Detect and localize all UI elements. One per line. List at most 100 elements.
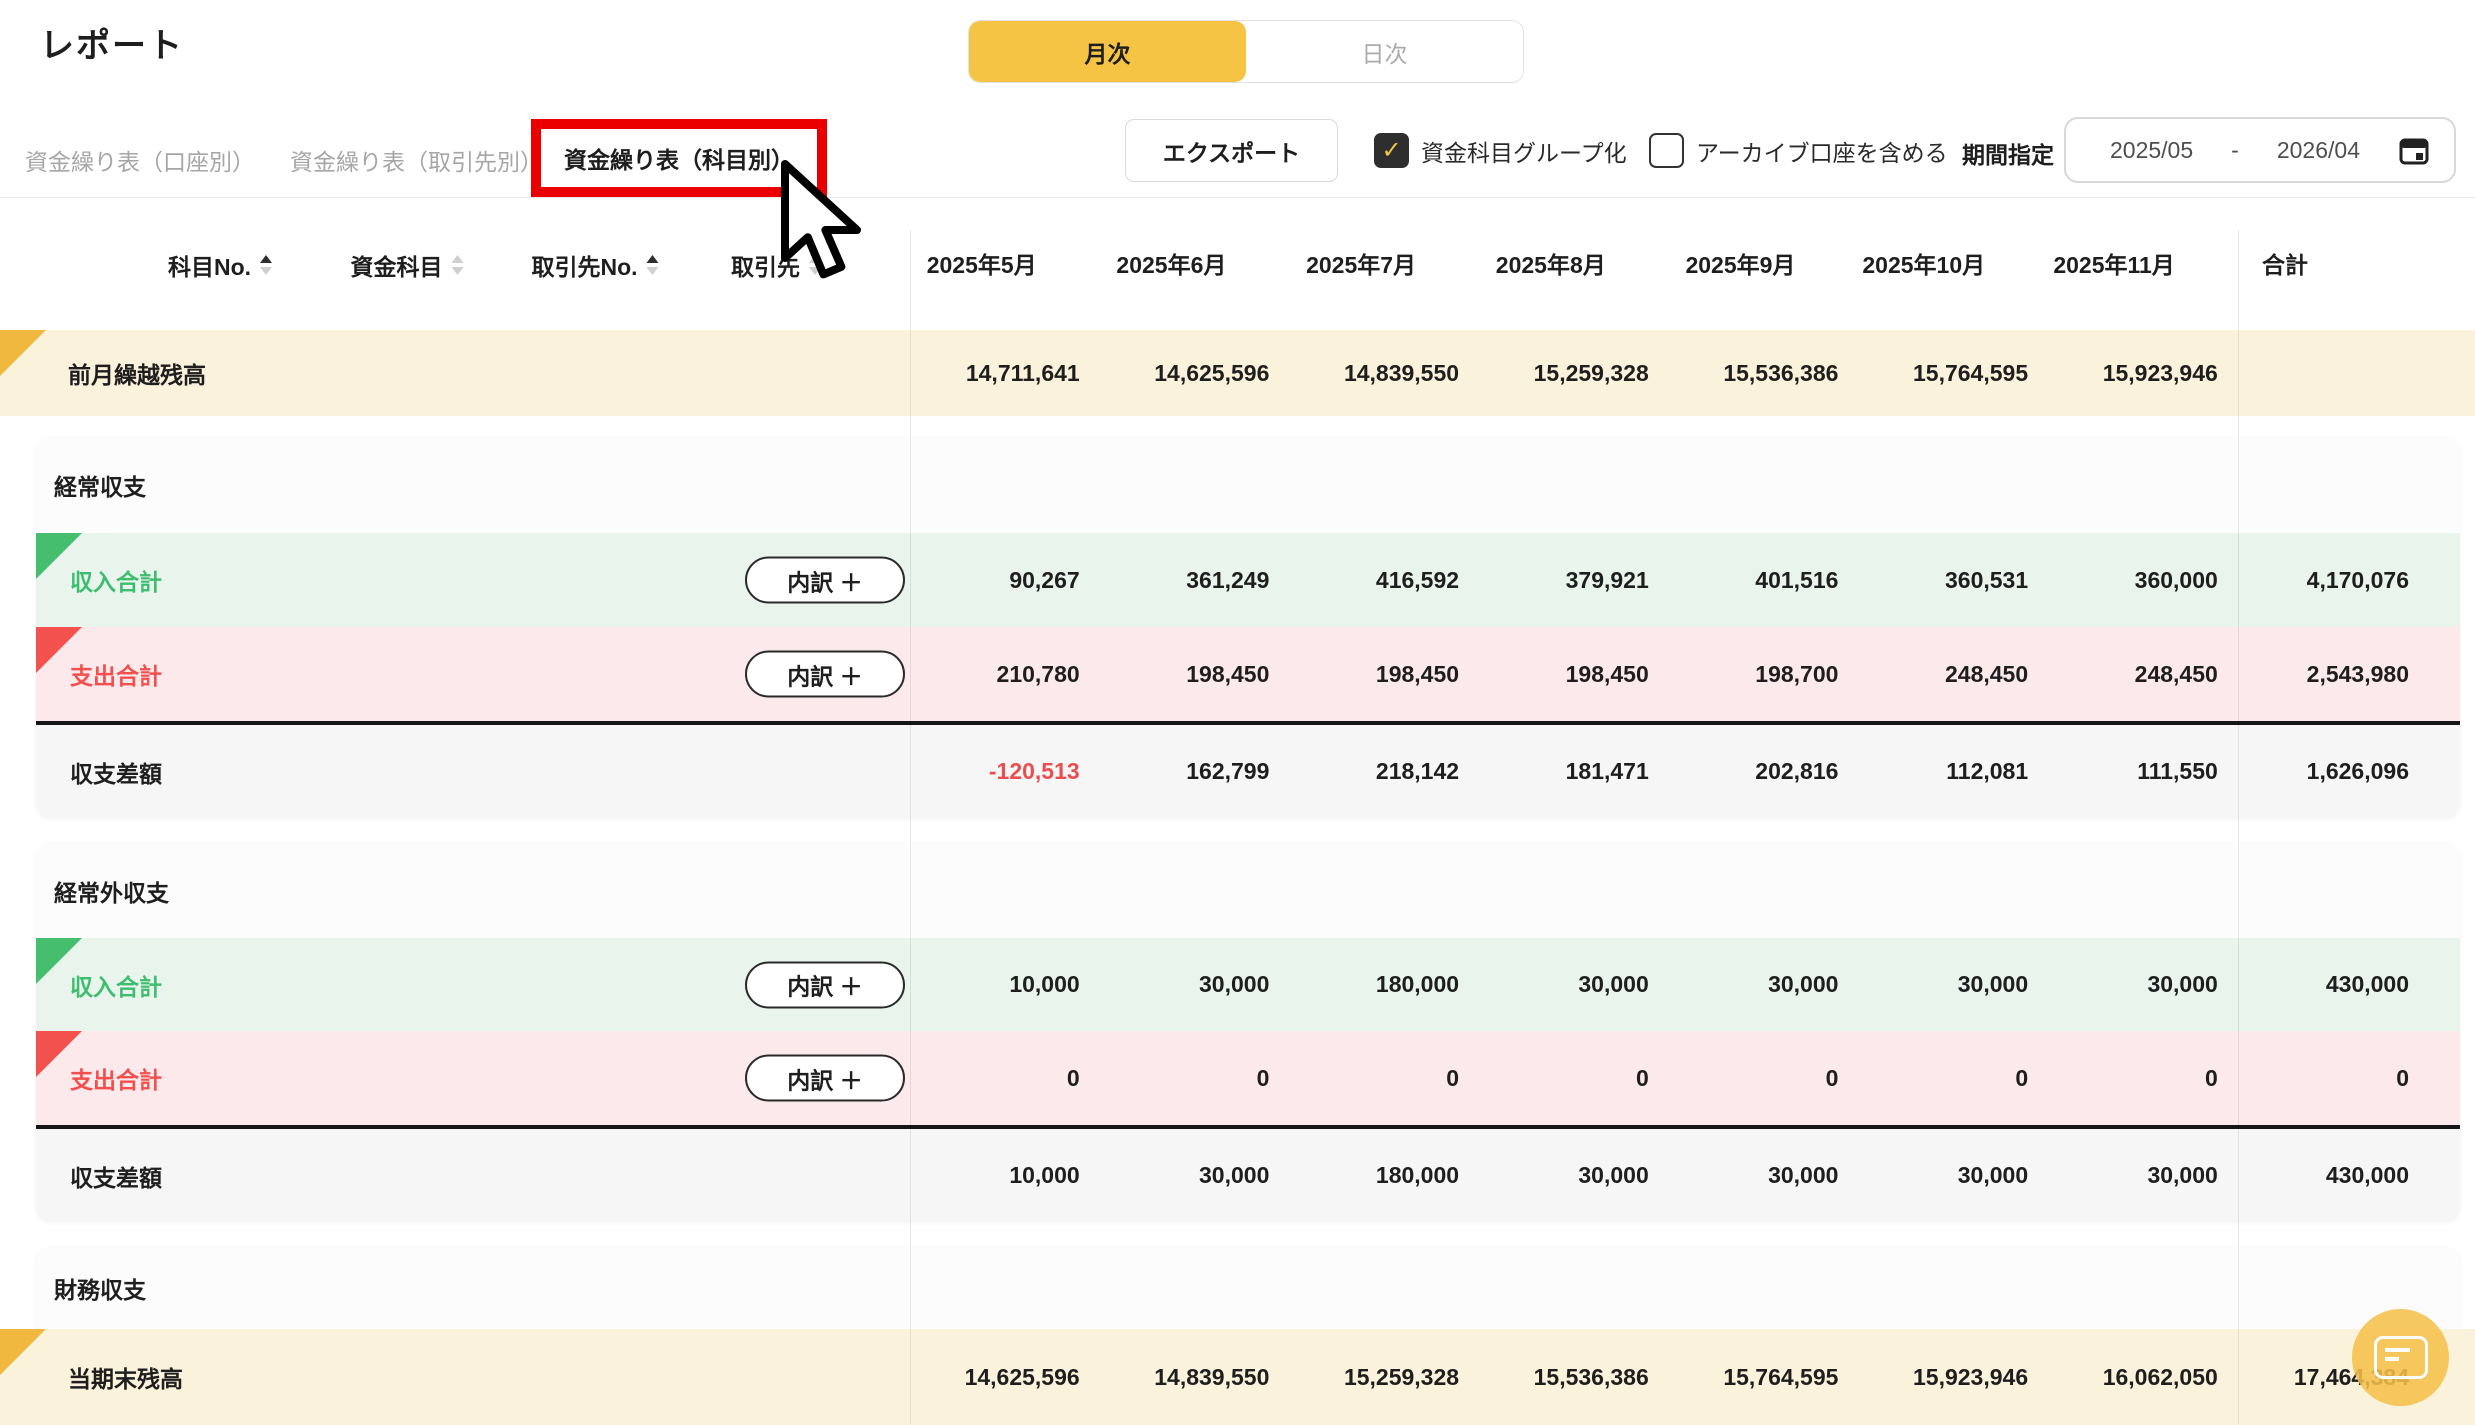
value-cell: 30,000 <box>1100 971 1290 998</box>
header-partner-no[interactable]: 取引先No. <box>531 230 658 300</box>
sort-icon <box>647 255 659 275</box>
section-title: 財務収支 <box>36 1247 2460 1329</box>
value-cell: 248,450 <box>2048 661 2238 688</box>
value-cell: 416,592 <box>1289 567 1479 594</box>
period-to-value[interactable]: 2026/04 <box>2277 137 2360 164</box>
period-range-input[interactable]: 2025/05 - 2026/04 <box>2064 117 2456 183</box>
archive-checkbox[interactable]: ✓ <box>1649 133 1684 168</box>
archive-checkbox-label: アーカイブ口座を含める <box>1696 134 1948 168</box>
value-cell: 218,142 <box>1289 758 1479 785</box>
value-cell: 15,923,946 <box>2048 360 2238 387</box>
value-cell: 0 <box>910 1065 1100 1092</box>
header-category-no[interactable]: 科目No. <box>168 230 272 300</box>
month-header: 2025年9月 <box>1669 230 1859 300</box>
sort-icon <box>452 255 464 275</box>
value-cell: 202,816 <box>1669 758 1859 785</box>
value-cell: 30,000 <box>1858 1162 2048 1189</box>
section-financial: 財務収支 <box>36 1247 2460 1329</box>
month-header: 2025年6月 <box>1100 230 1290 300</box>
value-cell: 14,839,550 <box>1100 1364 1290 1391</box>
value-cell: 162,799 <box>1100 758 1290 785</box>
value-cell: 30,000 <box>2048 971 2238 998</box>
total-cell: 430,000 <box>2238 971 2460 998</box>
value-cell: 111,550 <box>2048 758 2238 785</box>
balance-diff-row: 収支差額 10,00030,000180,00030,00030,00030,0… <box>36 1129 2460 1222</box>
total-cell: 1,626,096 <box>2238 758 2460 785</box>
value-cell: 90,267 <box>910 567 1100 594</box>
value-cell: 30,000 <box>1479 971 1669 998</box>
header-total: 合計 <box>2262 230 2308 300</box>
value-cell: 30,000 <box>1858 971 2048 998</box>
value-cell: 30,000 <box>1479 1162 1669 1189</box>
fold-corner-icon <box>0 1329 46 1375</box>
group-checkbox-row[interactable]: ✓ 資金科目グループ化 <box>1374 133 1627 168</box>
tab-cashflow-by-account[interactable]: 資金繰り表（口座別） <box>25 143 255 177</box>
archive-checkbox-row[interactable]: ✓ アーカイブ口座を含める <box>1649 133 1948 168</box>
sort-icon <box>809 255 821 275</box>
month-header: 2025年11月 <box>2048 230 2238 300</box>
value-cell: 0 <box>1479 1065 1669 1092</box>
expense-row: 支出合計 内訳 ＋ 00000000 <box>36 1031 2460 1125</box>
value-cell: 10,000 <box>910 1162 1100 1189</box>
group-checkbox-label: 資金科目グループ化 <box>1421 134 1627 168</box>
total-cell: 430,000 <box>2238 1162 2460 1189</box>
value-cell: 0 <box>1289 1065 1479 1092</box>
tab-cashflow-by-partner[interactable]: 資金繰り表（取引先別） <box>290 143 543 177</box>
toggle-monthly[interactable]: 月次 <box>969 21 1246 82</box>
tab-divider <box>0 197 2475 198</box>
value-cell: 248,450 <box>1858 661 2048 688</box>
value-cell: 30,000 <box>2048 1162 2238 1189</box>
header-fund-category[interactable]: 資金科目 <box>351 230 464 300</box>
value-cell: 16,062,050 <box>2048 1364 2238 1391</box>
section-non-operating: 経常外収支 収入合計 内訳 ＋ 10,00030,000180,00030,00… <box>36 843 2460 1222</box>
month-header: 2025年10月 <box>1858 230 2048 300</box>
breakdown-button[interactable]: 内訳 ＋ <box>745 961 905 1008</box>
value-cell: 14,711,641 <box>910 360 1100 387</box>
opening-balance-row: 前月繰越残高 14,711,64114,625,59614,839,55015,… <box>0 330 2475 416</box>
row-label: 前月繰越残高 <box>68 330 206 416</box>
value-cell: 30,000 <box>1669 971 1859 998</box>
month-header: 2025年8月 <box>1479 230 1669 300</box>
value-cell: 198,450 <box>1100 661 1290 688</box>
report-screen: レポート 月次 日次 資金繰り表（口座別） 資金繰り表（取引先別） 資金繰り表（… <box>0 0 2475 1425</box>
value-cell: 15,764,595 <box>1858 360 2048 387</box>
calendar-icon[interactable] <box>2398 134 2430 166</box>
row-label: 当期末残高 <box>68 1329 183 1425</box>
value-cell: 15,259,328 <box>1479 360 1669 387</box>
breakdown-button[interactable]: 内訳 ＋ <box>745 1055 905 1102</box>
total-cell: 4,170,076 <box>2238 567 2460 594</box>
export-button[interactable]: エクスポート <box>1125 119 1338 182</box>
toggle-daily[interactable]: 日次 <box>1246 21 1523 82</box>
value-cell: 10,000 <box>910 971 1100 998</box>
value-cell: 0 <box>1669 1065 1859 1092</box>
value-cell: 0 <box>2048 1065 2238 1092</box>
value-cell: 379,921 <box>1479 567 1669 594</box>
tab-cashflow-by-category[interactable]: 資金繰り表（科目別） <box>564 141 794 175</box>
total-cell: 0 <box>2238 1065 2460 1092</box>
month-headers: 2025年5月2025年6月2025年7月2025年8月2025年9月2025年… <box>910 230 2238 300</box>
month-header: 2025年5月 <box>910 230 1100 300</box>
income-row: 収入合計 内訳 ＋ 10,00030,000180,00030,00030,00… <box>36 938 2460 1031</box>
table-header: 科目No. 資金科目 取引先No. 取引先 2025年5月2025年6月2025… <box>0 230 2475 300</box>
closing-balance-row: 当期末残高 14,625,59614,839,55015,259,32815,5… <box>0 1329 2475 1425</box>
period-separator: - <box>2231 137 2239 164</box>
period-from-value[interactable]: 2025/05 <box>2110 137 2193 164</box>
month-header: 2025年7月 <box>1289 230 1479 300</box>
value-cell: 15,536,386 <box>1479 1364 1669 1391</box>
value-cell: 181,471 <box>1479 758 1669 785</box>
header-partner[interactable]: 取引先 <box>731 230 821 300</box>
period-mode-toggle: 月次 日次 <box>968 20 1524 83</box>
balance-diff-row: 収支差額 -120,513162,799218,142181,471202,81… <box>36 725 2460 818</box>
value-cell: -120,513 <box>910 758 1100 785</box>
breakdown-button[interactable]: 内訳 ＋ <box>745 557 905 604</box>
value-cell: 360,531 <box>1858 567 2048 594</box>
breakdown-button[interactable]: 内訳 ＋ <box>745 651 905 698</box>
value-cell: 15,536,386 <box>1669 360 1859 387</box>
chat-fab-button[interactable] <box>2352 1309 2449 1406</box>
value-cell: 360,000 <box>2048 567 2238 594</box>
group-checkbox[interactable]: ✓ <box>1374 133 1409 168</box>
value-cell: 210,780 <box>910 661 1100 688</box>
value-cell: 30,000 <box>1669 1162 1859 1189</box>
value-cell: 180,000 <box>1289 971 1479 998</box>
value-cell: 14,625,596 <box>910 1364 1100 1391</box>
